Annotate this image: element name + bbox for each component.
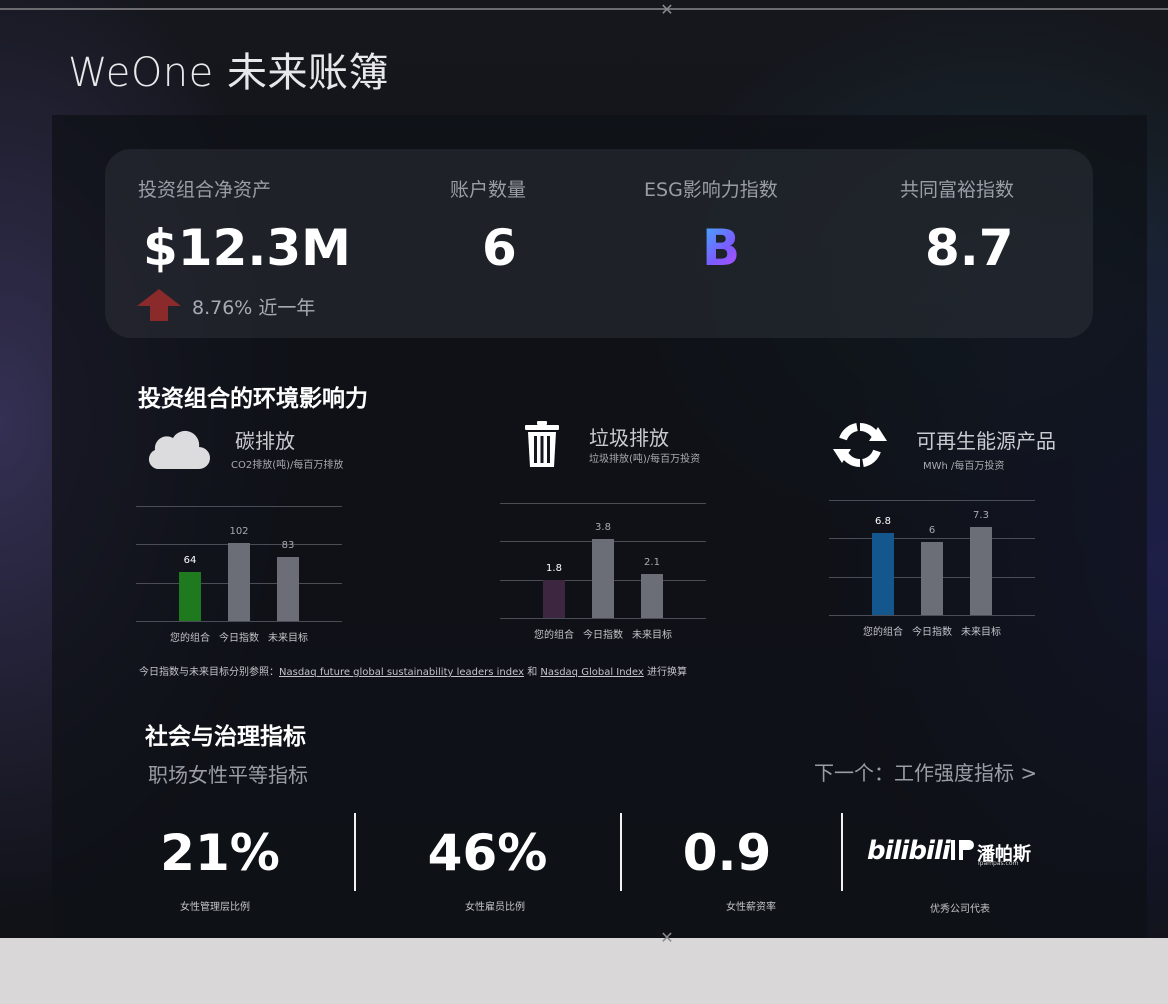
female-employee-ratio-label: 女性雇员比例 — [465, 902, 525, 913]
bilibili-logo: bilibili — [867, 836, 951, 866]
kpi-value-prosperity: 8.7 — [925, 219, 1014, 277]
bar-今日指数 — [228, 542, 250, 621]
female-management-ratio-value: 21% — [160, 824, 280, 882]
nasdaq-global-link[interactable]: Nasdaq Global Index — [540, 667, 643, 678]
note-prefix: 今日指数与未来目标分别参照： — [139, 667, 279, 678]
bar-未来目标 — [277, 557, 299, 621]
bar-value-label: 3.8 — [595, 521, 611, 533]
cloud-icon — [148, 430, 210, 469]
bar-value-label: 6.8 — [875, 515, 891, 527]
next-indicator-link[interactable]: 下一个：工作强度指标 > — [814, 757, 1037, 786]
kpi-label-esg: ESG影响力指数 — [644, 179, 778, 201]
waste-bar-chart: 1.8 您的组合 3.8 今日指数 2.1 未来目标 — [500, 503, 706, 641]
bar-今日指数 — [921, 542, 943, 615]
social-subtitle: 职场女性平等指标 — [148, 763, 308, 787]
bar-value-label: 2.1 — [644, 557, 660, 569]
metric-unit-waste: 垃圾排放(吨)/每百万投资 — [589, 454, 701, 465]
close-bottom-icon[interactable]: ✕ — [659, 930, 675, 946]
metric-name-carbon: 碳排放 — [235, 429, 295, 453]
benchmark-note: 今日指数与未来目标分别参照：Nasdaq future global susta… — [139, 663, 687, 678]
bar-今日指数 — [592, 538, 614, 618]
gridline — [136, 506, 342, 507]
kpi-label-net-assets: 投资组合净资产 — [138, 179, 272, 201]
bar-value-label: 6 — [928, 525, 936, 537]
bar-value-label: 64 — [183, 554, 197, 566]
female-management-ratio-label: 女性管理层比例 — [180, 902, 250, 913]
recycle-icon — [833, 422, 887, 468]
pampas-logo-icon — [950, 838, 974, 862]
bar-您的组合 — [872, 532, 894, 615]
metric-unit-renewable: MWh /每百万投资 — [923, 461, 1005, 472]
bar-value-label: 102 — [229, 525, 249, 537]
divider-3 — [841, 813, 843, 891]
bar-value-label: 83 — [281, 540, 295, 552]
gridline — [829, 500, 1035, 501]
divider-1 — [354, 813, 356, 891]
gridline — [829, 538, 1035, 539]
kpi-value-accounts: 6 — [482, 219, 517, 277]
social-section-title: 社会与治理指标 — [145, 724, 306, 750]
bar-value-label: 7.3 — [973, 509, 989, 521]
female-employee-ratio-value: 46% — [427, 824, 548, 882]
close-top-icon[interactable]: ✕ — [659, 2, 675, 18]
gridline — [500, 618, 706, 619]
nasdaq-sustainability-link[interactable]: Nasdaq future global sustainability lead… — [279, 667, 524, 678]
note-suffix: 进行换算 — [643, 667, 687, 678]
carbon-bar-chart: 64 您的组合 102 今日指数 83 未来目标 — [136, 506, 342, 644]
category-label: 未来目标 — [961, 627, 1001, 638]
app-title: WeOne 未来账簿 — [68, 50, 389, 96]
growth-text: 8.76% 近一年 — [192, 297, 316, 319]
bar-未来目标 — [641, 574, 663, 618]
kpi-label-prosperity: 共同富裕指数 — [900, 179, 1015, 201]
female-pay-ratio-label: 女性薪资率 — [726, 902, 776, 913]
arrow-up-icon — [137, 289, 181, 321]
bar-未来目标 — [970, 526, 992, 615]
pampas-logo-domain: ipampas.com — [978, 860, 1019, 867]
gridline — [136, 621, 342, 622]
top-companies-label: 优秀公司代表 — [930, 904, 990, 915]
metric-unit-carbon: CO2排放(吨)/每百万排放 — [231, 460, 344, 471]
metric-name-waste: 垃圾排放 — [589, 426, 669, 450]
bar-您的组合 — [543, 580, 565, 618]
note-and: 和 — [524, 667, 541, 678]
trash-icon — [525, 421, 559, 467]
category-label: 未来目标 — [268, 633, 308, 644]
gridline — [500, 503, 706, 504]
environment-section-title: 投资组合的环境影响力 — [138, 386, 368, 412]
metric-name-renewable: 可再生能源产品 — [916, 429, 1056, 453]
divider-2 — [620, 813, 622, 891]
female-pay-ratio-value: 0.9 — [682, 824, 772, 882]
category-label: 未来目标 — [632, 630, 672, 641]
renewable-bar-chart: 6.8 您的组合 6 今日指数 7.3 未来目标 — [829, 500, 1035, 638]
gridline — [829, 615, 1035, 616]
kpi-value-esg-grade: B — [702, 219, 741, 277]
kpi-value-net-assets: $12.3M — [143, 219, 351, 277]
window-top-border — [0, 8, 1168, 10]
bar-value-label: 1.8 — [546, 563, 562, 575]
kpi-label-accounts: 账户数量 — [450, 179, 527, 201]
bar-您的组合 — [179, 571, 201, 621]
